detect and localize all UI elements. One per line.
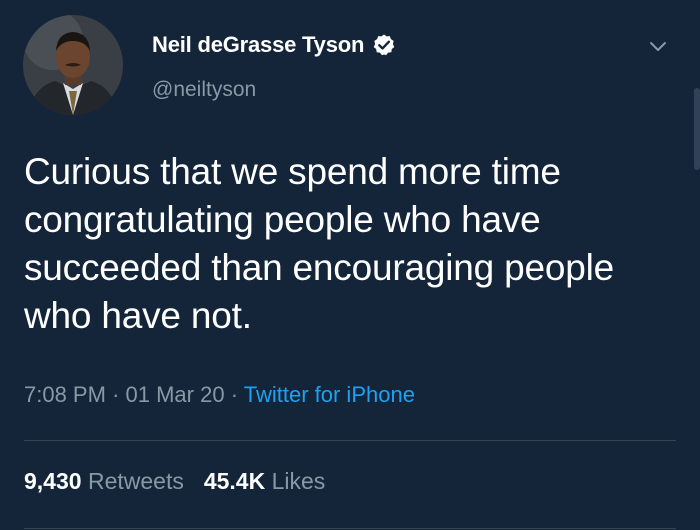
tweet-date[interactable]: 01 Mar 20 bbox=[126, 382, 225, 407]
tweet-time[interactable]: 7:08 PM bbox=[24, 382, 106, 407]
chevron-down-icon[interactable] bbox=[646, 34, 670, 58]
likes-label: Likes bbox=[271, 468, 326, 494]
avatar-photo bbox=[23, 15, 123, 115]
tweet-stats: 9,430 Retweets 45.4K Likes bbox=[24, 468, 325, 495]
author-handle[interactable]: @neiltyson bbox=[152, 78, 256, 102]
retweets-label: Retweets bbox=[87, 468, 184, 494]
likes-stat[interactable]: 45.4K Likes bbox=[204, 468, 325, 494]
avatar[interactable] bbox=[23, 15, 123, 115]
divider bbox=[24, 440, 676, 441]
tweet-meta: 7:08 PM · 01 Mar 20 · Twitter for iPhone bbox=[24, 382, 415, 408]
tweet-text: Curious that we spend more time congratu… bbox=[24, 151, 614, 336]
tweet-source-link[interactable]: Twitter for iPhone bbox=[244, 382, 415, 407]
meta-separator: · bbox=[230, 382, 239, 407]
author-name-row[interactable]: Neil deGrasse Tyson bbox=[152, 32, 396, 58]
divider bbox=[24, 528, 676, 529]
verified-badge-icon bbox=[372, 33, 396, 57]
likes-count: 45.4K bbox=[203, 468, 266, 494]
tweet-card: Neil deGrasse Tyson @neiltyson Curious t… bbox=[0, 0, 700, 530]
retweets-stat[interactable]: 9,430 Retweets bbox=[24, 468, 184, 494]
author-display-name[interactable]: Neil deGrasse Tyson bbox=[152, 32, 364, 58]
retweets-count: 9,430 bbox=[24, 468, 82, 494]
scrollbar-thumb[interactable] bbox=[694, 88, 700, 170]
meta-separator: · bbox=[112, 382, 120, 407]
